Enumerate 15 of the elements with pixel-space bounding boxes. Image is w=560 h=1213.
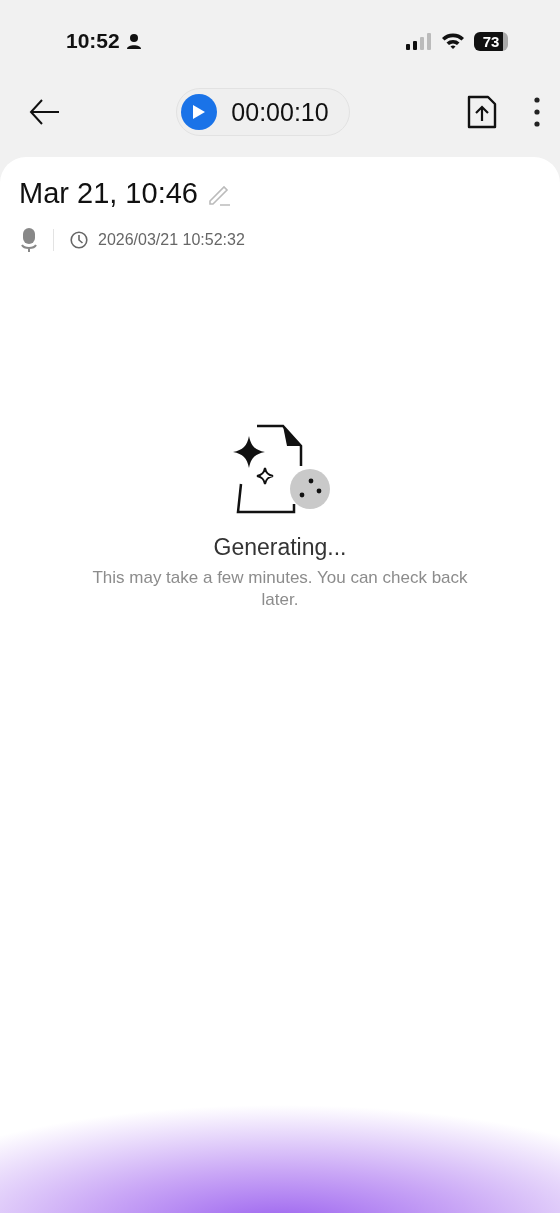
clock-icon [70, 231, 88, 249]
play-timer-button[interactable]: 00:00:10 [176, 88, 350, 136]
generating-message: This may take a few minutes. You can check back later. [91, 567, 469, 611]
microphone-icon [21, 228, 37, 252]
status-time: 10:52 [66, 29, 120, 53]
signal-icon [406, 32, 432, 50]
generating-title: Generating... [213, 534, 347, 561]
person-icon [125, 33, 142, 49]
wifi-icon [441, 32, 465, 50]
share-file-icon [466, 94, 498, 130]
battery-percent: 73 [482, 32, 500, 50]
recording-timestamp: 2026/03/21 10:52:32 [98, 231, 245, 249]
recording-title: Mar 21, 10:46 [19, 177, 198, 210]
more-icon [534, 97, 540, 127]
play-icon [192, 104, 207, 120]
